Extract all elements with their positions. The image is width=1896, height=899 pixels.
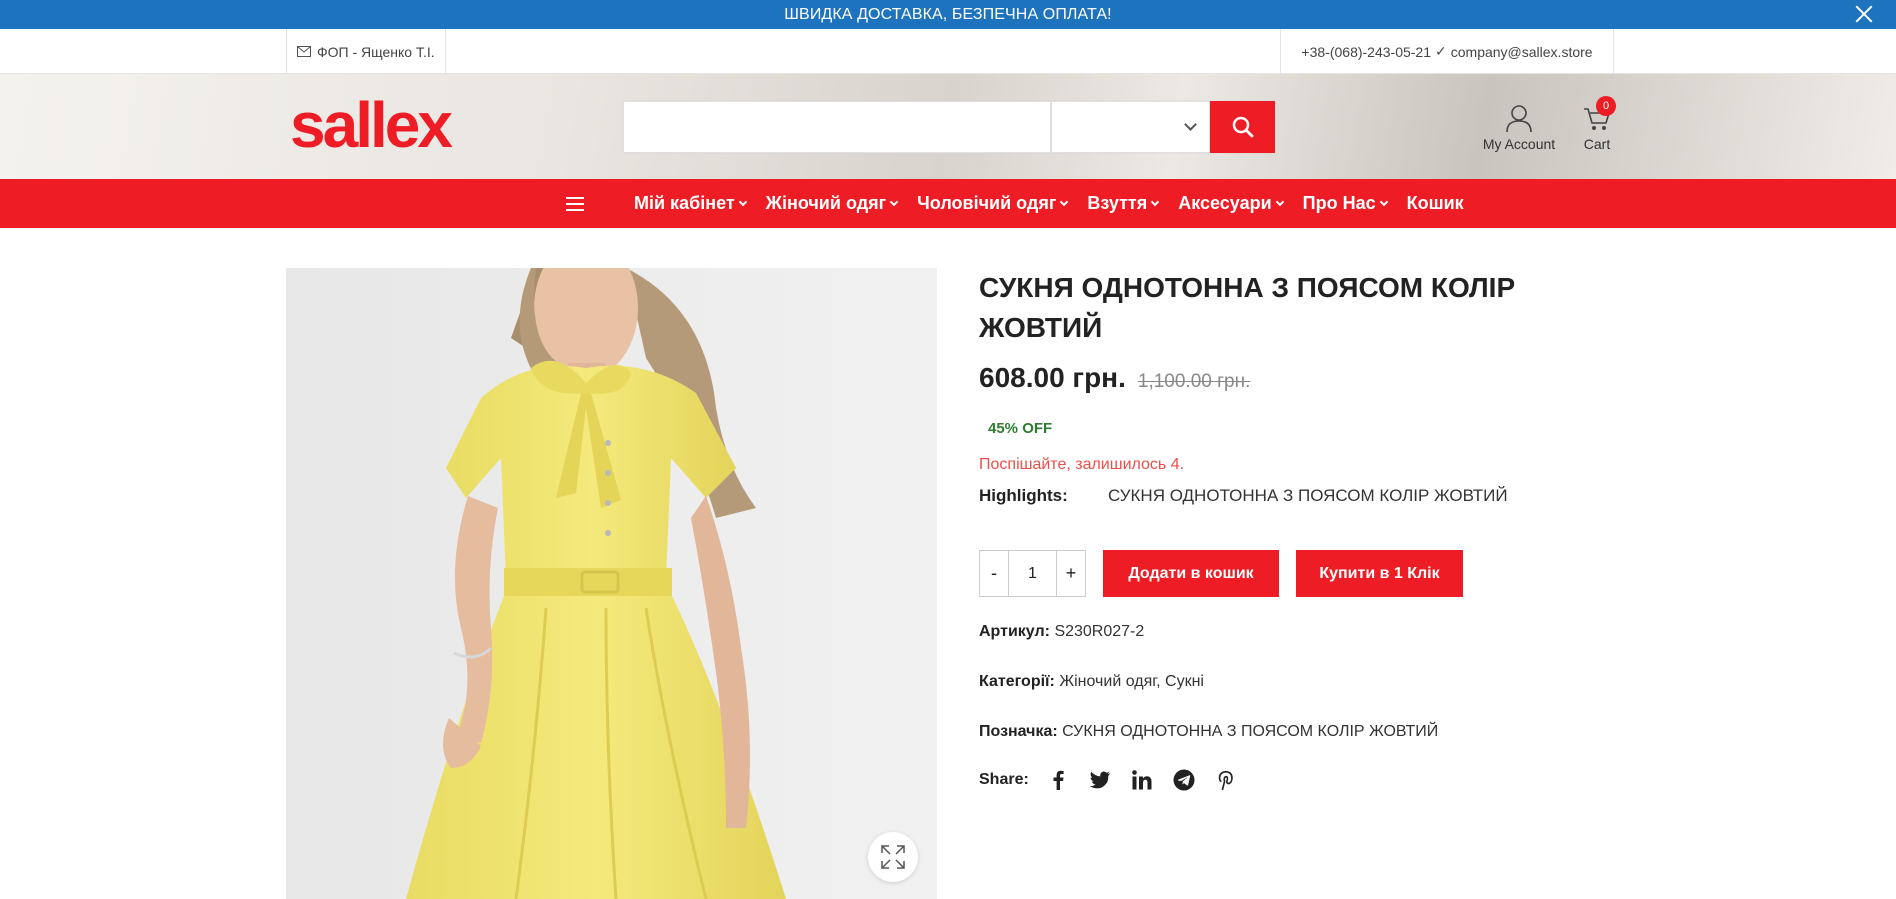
search-category-select[interactable]	[1051, 101, 1210, 153]
nav-item-label: Аксесуари	[1178, 193, 1272, 213]
price-block: 608.00 грн. 1,100.00 грн.	[979, 362, 1539, 394]
nav-item-label: Мій кабінет	[634, 193, 735, 213]
qty-decrease-button[interactable]: -	[980, 551, 1008, 596]
facebook-icon[interactable]	[1045, 767, 1071, 793]
search-icon	[1232, 116, 1253, 138]
linkedin-icon[interactable]	[1129, 767, 1155, 793]
category-separator: ,	[1156, 673, 1161, 690]
mail-icon	[297, 46, 311, 57]
share-label: Share:	[979, 771, 1029, 788]
categories-row: Категорії: Жіночий одяг, Сукні	[979, 673, 1539, 691]
nav-item-shoes[interactable]: Взуття	[1087, 193, 1160, 214]
contact-info: +38-(068)-243-05-21 ✓ company@sallex.sto…	[1280, 29, 1614, 74]
tag-label: Позначка:	[979, 723, 1058, 740]
pinterest-icon[interactable]	[1213, 767, 1239, 793]
nav-item-womens[interactable]: Жіночий одяг	[765, 193, 899, 214]
nav-item-label: Взуття	[1087, 193, 1148, 213]
add-to-cart-button[interactable]: Додати в кошик	[1103, 550, 1279, 597]
nav-item-label: Жіночий одяг	[765, 193, 887, 213]
highlights-value: СУКНЯ ОДНОТОННА З ПОЯСОМ КОЛІР ЖОВТИЙ	[1108, 486, 1508, 505]
nav-list: Мій кабінет Жіночий одяг Чоловічий одяг …	[634, 179, 1464, 228]
phone-link[interactable]: +38-(068)-243-05-21	[1301, 44, 1431, 60]
announcement-bar: ШВИДКА ДОСТАВКА, БЕЗПЕЧНА ОПЛАТА!	[0, 0, 1896, 29]
chevron-down-icon	[889, 197, 899, 206]
nav-item-my-account[interactable]: Мій кабінет	[634, 193, 747, 214]
sku-label: Артикул:	[979, 623, 1050, 640]
sku-value: S230R027-2	[1054, 623, 1145, 640]
chevron-down-icon	[738, 197, 747, 206]
purchase-row: - 1 + Додати в кошик Купити в 1 Клік	[979, 550, 1539, 597]
menu-icon[interactable]	[566, 197, 584, 211]
site-header: sallex My Account 0 Cart	[0, 74, 1896, 179]
tag-row: Позначка: СУКНЯ ОДНОТОННА З ПОЯСОМ КОЛІР…	[979, 723, 1539, 741]
product-info: СУКНЯ ОДНОТОННА З ПОЯСОМ КОЛІР ЖОВТИЙ 60…	[979, 268, 1539, 793]
email-link[interactable]: company@sallex.store	[1451, 44, 1593, 60]
search-input[interactable]	[623, 101, 1051, 153]
highlights: Highlights: СУКНЯ ОДНОТОННА З ПОЯСОМ КОЛ…	[979, 486, 1539, 506]
user-icon	[1506, 105, 1532, 133]
twitter-icon[interactable]	[1087, 767, 1113, 793]
cart-label: Cart	[1583, 136, 1611, 152]
check-icon: ✓	[1435, 43, 1447, 59]
telegram-icon[interactable]	[1171, 767, 1197, 793]
nav-item-label: Кошик	[1406, 193, 1464, 213]
product-image[interactable]	[286, 268, 937, 899]
qty-increase-button[interactable]: +	[1057, 551, 1085, 596]
discount-badge: 45% OFF	[988, 420, 1053, 437]
buy-one-click-button[interactable]: Купити в 1 Клік	[1296, 550, 1463, 597]
nav-item-label: Чоловічий одяг	[917, 193, 1057, 213]
share-row: Share:	[979, 767, 1539, 793]
categories-label: Категорії:	[979, 673, 1055, 690]
search-form	[623, 101, 1275, 153]
old-price: 1,100.00 грн.	[1137, 371, 1251, 392]
product-meta: Артикул: S230R027-2 Категорії: Жіночий о…	[979, 623, 1539, 793]
highlights-label: Highlights:	[979, 486, 1068, 505]
sku-row: Артикул: S230R027-2	[979, 623, 1539, 641]
main-nav: Мій кабінет Жіночий одяг Чоловічий одяг …	[0, 179, 1896, 228]
company-info: ФОП - Ященко Т.І.	[286, 29, 446, 74]
info-bar: ФОП - Ященко Т.І. +38-(068)-243-05-21 ✓ …	[0, 29, 1896, 74]
nav-item-about[interactable]: Про Нас	[1302, 193, 1388, 214]
cart-link[interactable]: 0 Cart	[1578, 96, 1616, 152]
account-label: My Account	[1482, 136, 1556, 152]
product-photo	[286, 268, 937, 899]
nav-item-cart[interactable]: Кошик	[1407, 193, 1464, 214]
current-price: 608.00 грн.	[979, 362, 1126, 393]
chevron-down-icon	[1379, 197, 1388, 206]
chevron-down-icon	[1184, 118, 1197, 131]
product-title: СУКНЯ ОДНОТОННА З ПОЯСОМ КОЛІР ЖОВТИЙ	[979, 272, 1516, 343]
stock-notice: Поспішайте, залишилось 4.	[979, 456, 1185, 473]
quantity-stepper: - 1 +	[979, 550, 1086, 597]
expand-icon	[881, 845, 905, 869]
close-icon[interactable]	[1854, 4, 1874, 24]
tag-link[interactable]: СУКНЯ ОДНОТОННА З ПОЯСОМ КОЛІР ЖОВТИЙ	[1062, 723, 1438, 740]
search-button[interactable]	[1210, 101, 1275, 153]
category-link[interactable]: Сукні	[1165, 673, 1204, 690]
chevron-down-icon	[1060, 197, 1069, 206]
company-name: ФОП - Ященко Т.І.	[317, 43, 435, 60]
chevron-down-icon	[1150, 197, 1160, 206]
nav-item-accessories[interactable]: Аксесуари	[1178, 193, 1284, 214]
account-link[interactable]: My Account	[1478, 103, 1560, 152]
nav-item-mens[interactable]: Чоловічий одяг	[917, 193, 1069, 214]
site-logo[interactable]: sallex	[290, 88, 453, 162]
category-link[interactable]: Жіночий одяг	[1059, 673, 1156, 690]
nav-item-label: Про Нас	[1302, 193, 1376, 213]
cart-count-badge: 0	[1596, 96, 1616, 116]
chevron-down-icon	[1275, 197, 1284, 206]
fullscreen-button[interactable]	[868, 832, 918, 882]
qty-input[interactable]: 1	[1008, 551, 1057, 596]
announcement-text: ШВИДКА ДОСТАВКА, БЕЗПЕЧНА ОПЛАТА!	[784, 5, 1112, 23]
